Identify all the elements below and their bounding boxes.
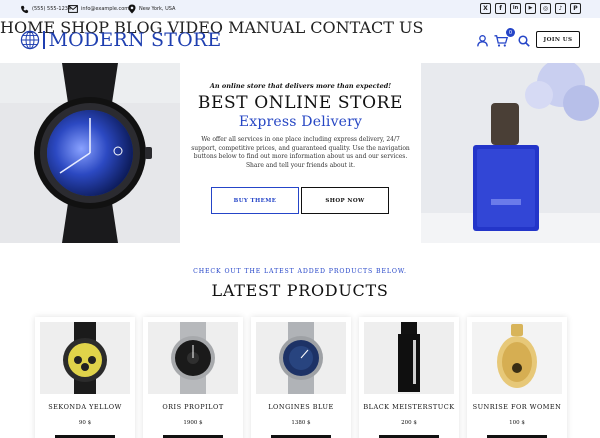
search-icon[interactable] bbox=[518, 32, 530, 51]
x-icon[interactable]: X bbox=[480, 3, 491, 14]
hero-subtitle: Express Delivery bbox=[238, 114, 363, 130]
hero-section: An online store that delivers more than … bbox=[0, 63, 600, 243]
top-info-bar: (555) 555-1234 info@example.com New York… bbox=[0, 0, 600, 18]
product-image-sunrise[interactable] bbox=[472, 322, 562, 394]
product-name[interactable]: SUNRISE FOR WOMEN bbox=[467, 403, 567, 411]
product-price: 100 $ bbox=[509, 420, 525, 426]
location-pin-icon bbox=[128, 4, 136, 14]
pinterest-icon[interactable]: P bbox=[570, 3, 581, 14]
youtube-icon[interactable]: ▶ bbox=[525, 3, 536, 14]
hero-watch-image bbox=[0, 63, 180, 243]
product-image-sekonda[interactable] bbox=[40, 322, 130, 394]
mail-icon bbox=[68, 5, 78, 13]
tiktok-icon[interactable]: ♪ bbox=[555, 3, 566, 14]
email-address: info@example.com bbox=[81, 6, 130, 12]
product-name[interactable]: SEKONDA YELLOW bbox=[35, 403, 135, 411]
facebook-icon[interactable]: f bbox=[495, 3, 506, 14]
site-header: MODERN STORE HOME SHOP BLOG VIDEO MANUAL… bbox=[0, 18, 600, 63]
product-card[interactable]: SEKONDA YELLOW 90 $ bbox=[35, 317, 135, 438]
product-card[interactable]: ORIS PROPILOT 1900 $ bbox=[143, 317, 243, 438]
hero-description: We offer all services in one place inclu… bbox=[191, 136, 410, 169]
product-card[interactable]: BLACK MEISTERSTUCK 200 $ bbox=[359, 317, 459, 438]
location-text: New York, USA bbox=[139, 6, 176, 12]
product-price: 1900 $ bbox=[183, 420, 203, 426]
phone-contact[interactable]: (555) 555-1234 bbox=[20, 4, 71, 14]
globe-icon bbox=[20, 30, 40, 50]
product-image-oris[interactable] bbox=[148, 322, 238, 394]
product-price: 200 $ bbox=[401, 420, 417, 426]
logo-text: MODERN STORE bbox=[48, 28, 222, 51]
phone-number: (555) 555-1234 bbox=[32, 6, 72, 12]
products-kicker: CHECK OUT THE LATEST ADDED PRODUCTS BELO… bbox=[193, 268, 407, 275]
hero-content: An online store that delivers more than … bbox=[180, 63, 421, 243]
hero-tagline: An online store that delivers more than … bbox=[209, 82, 392, 90]
products-heading: LATEST PRODUCTS bbox=[211, 281, 389, 300]
product-name[interactable]: BLACK MEISTERSTUCK bbox=[359, 403, 459, 411]
latest-products-section: CHECK OUT THE LATEST ADDED PRODUCTS BELO… bbox=[0, 243, 600, 438]
product-card[interactable]: SUNRISE FOR WOMEN 100 $ bbox=[467, 317, 567, 438]
nav-contact-us[interactable]: CONTACT US bbox=[310, 18, 423, 37]
product-name[interactable]: ORIS PROPILOT bbox=[143, 403, 243, 411]
hero-perfume-image bbox=[421, 63, 600, 243]
buy-theme-button[interactable]: BUY THEME bbox=[211, 187, 299, 214]
email-contact[interactable]: info@example.com bbox=[68, 4, 129, 14]
instagram-icon[interactable]: ◎ bbox=[540, 3, 551, 14]
account-icon[interactable] bbox=[477, 32, 488, 51]
social-links: X f in ▶ ◎ ♪ P bbox=[480, 3, 581, 14]
linkedin-icon[interactable]: in bbox=[510, 3, 521, 14]
location-info: New York, USA bbox=[128, 4, 175, 14]
product-price: 90 $ bbox=[78, 420, 92, 426]
product-price: 1380 $ bbox=[291, 420, 311, 426]
product-image-meisterstuck[interactable] bbox=[364, 322, 454, 394]
cart-count-badge: 0 bbox=[506, 28, 515, 37]
phone-icon bbox=[21, 5, 29, 13]
hero-title: BEST ONLINE STORE bbox=[197, 93, 404, 113]
site-logo[interactable]: MODERN STORE bbox=[20, 28, 221, 52]
join-us-button[interactable]: JOIN US bbox=[536, 31, 580, 48]
product-name[interactable]: LONGINES BLUE bbox=[251, 403, 351, 411]
cart-icon[interactable]: 0 bbox=[494, 28, 515, 51]
product-card[interactable]: LONGINES BLUE 1380 $ bbox=[251, 317, 351, 438]
product-image-longines[interactable] bbox=[256, 322, 346, 394]
shop-now-button[interactable]: SHOP NOW bbox=[301, 187, 389, 214]
logo-divider bbox=[43, 31, 45, 49]
